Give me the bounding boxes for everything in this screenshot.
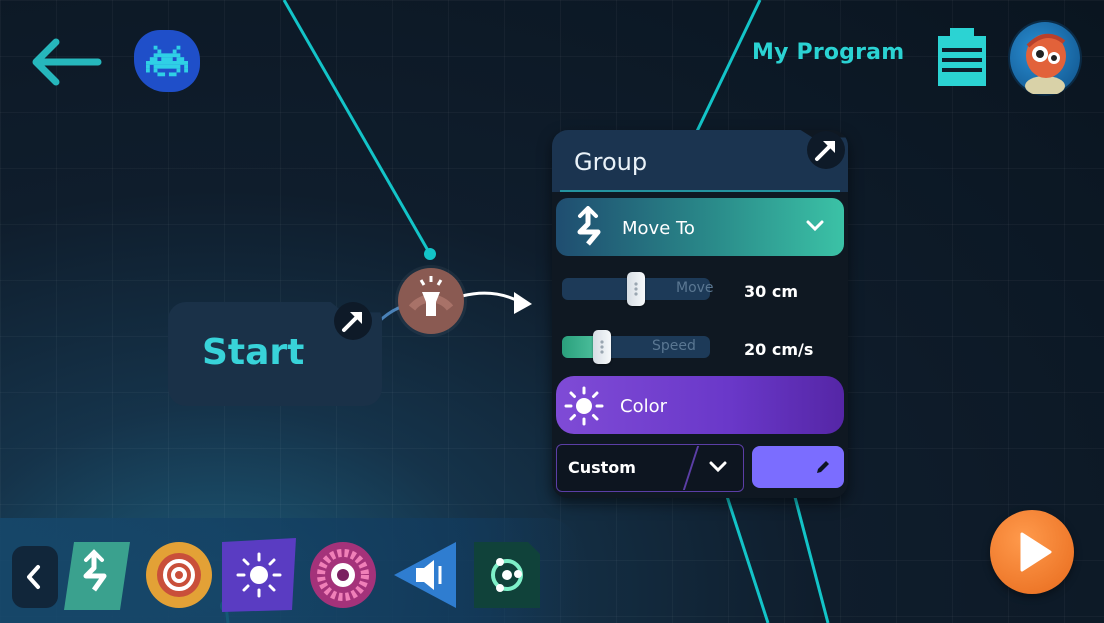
grip-icon — [634, 282, 638, 296]
flashlight-icon — [408, 276, 454, 316]
move-icon — [64, 542, 130, 610]
grip-icon — [600, 340, 604, 354]
toolbar-sound-block[interactable] — [142, 538, 216, 612]
speed-slider-thumb[interactable] — [592, 330, 611, 364]
color-mode-value: Custom — [568, 458, 636, 477]
sensor-icon — [474, 542, 540, 608]
speed-slider-word: Speed — [652, 338, 696, 354]
color-label: Color — [620, 396, 667, 417]
back-arrow-icon — [32, 38, 102, 86]
toolbar-light-block[interactable] — [222, 538, 296, 612]
move-slider-word: Move — [676, 280, 714, 296]
toolbar-sensor-block[interactable] — [470, 538, 544, 612]
move-value: 30 cm — [744, 282, 798, 301]
move-to-dropdown[interactable] — [556, 198, 844, 256]
play-button[interactable] — [990, 510, 1074, 594]
group-expand-button[interactable] — [804, 128, 848, 172]
toolbar-speaker-block[interactable] — [386, 538, 460, 612]
toolbar-move-block[interactable] — [60, 538, 134, 612]
speaker-icon — [394, 542, 456, 608]
play-icon — [1020, 532, 1052, 572]
color-action-bar[interactable] — [556, 376, 844, 434]
robot-avatar-button[interactable] — [134, 30, 200, 92]
chevron-down-icon — [709, 461, 727, 473]
light-icon — [222, 538, 296, 612]
pencil-icon — [817, 461, 829, 473]
character-icon — [1025, 34, 1066, 94]
expand-arrow-icon — [334, 302, 372, 340]
chevron-down-icon — [806, 220, 824, 232]
group-header-divider — [560, 190, 840, 192]
back-button[interactable] — [30, 38, 102, 86]
user-avatar[interactable] — [1010, 22, 1080, 94]
speed-value: 20 cm/s — [744, 340, 814, 359]
light-icon — [564, 386, 604, 426]
move-to-label: Move To — [622, 218, 695, 239]
toolbar-eye-block[interactable] — [306, 538, 380, 612]
expand-arrow-icon — [807, 131, 845, 169]
group-title: Group — [574, 148, 648, 176]
space-invader-icon — [146, 45, 188, 77]
list-icon — [938, 28, 986, 86]
start-label: Start — [202, 332, 305, 373]
eye-icon — [310, 542, 376, 608]
program-list-button[interactable] — [936, 26, 988, 88]
move-icon — [577, 206, 601, 246]
program-title[interactable]: My Program — [752, 40, 904, 65]
start-expand-button[interactable] — [332, 300, 374, 342]
chevron-left-icon — [27, 565, 40, 589]
move-slider-thumb[interactable] — [627, 272, 645, 306]
toolbar-back-button[interactable] — [12, 546, 58, 608]
color-swatch-button[interactable] — [752, 446, 844, 488]
sound-icon — [146, 542, 212, 608]
light-action-node[interactable] — [398, 268, 464, 334]
